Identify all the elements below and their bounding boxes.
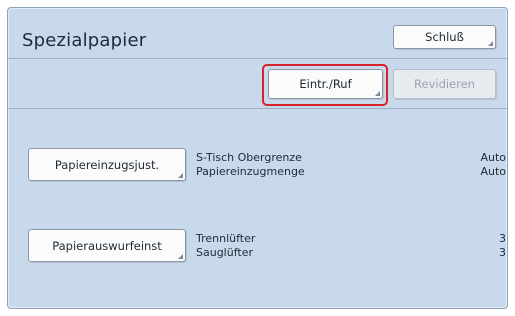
info-label: Sauglüfter xyxy=(196,246,253,259)
info-row: S-Tisch Obergrenze Auto xyxy=(196,151,506,165)
paper-output-setting-button[interactable]: Papierauswurfeinst xyxy=(28,229,186,262)
close-button-label: Schluß xyxy=(425,30,464,44)
info-label: Trennlüfter xyxy=(196,232,256,245)
paper-output-setting-label: Papierauswurfeinst xyxy=(52,238,162,253)
corner-indicator-icon xyxy=(375,91,380,96)
info-value: Auto xyxy=(480,151,506,164)
revise-button[interactable]: Revidieren xyxy=(393,69,496,99)
corner-indicator-icon xyxy=(178,254,183,259)
info-row: Trennlüfter 3 xyxy=(196,232,506,246)
header-divider xyxy=(8,58,507,59)
paper-feed-info: S-Tisch Obergrenze Auto Papiereinzugmeng… xyxy=(196,151,506,179)
revise-button-label: Revidieren xyxy=(414,77,475,91)
corner-indicator-icon xyxy=(178,173,183,178)
entry-recall-button-label: Eintr./Ruf xyxy=(299,77,352,91)
info-value: 3 xyxy=(499,232,506,245)
info-row: Papiereinzugmenge Auto xyxy=(196,165,506,179)
page-title: Spezialpapier xyxy=(22,30,147,51)
corner-indicator-icon xyxy=(488,41,493,46)
paper-output-info: Trennlüfter 3 Sauglüfter 3 xyxy=(196,232,506,260)
paper-feed-adjust-label: Papiereinzugsjust. xyxy=(54,157,160,172)
close-button[interactable]: Schluß xyxy=(393,25,496,49)
paper-feed-adjust-button[interactable]: Papiereinzugsjust. xyxy=(28,148,186,181)
toolbar-divider xyxy=(8,108,507,109)
info-label: Papiereinzugmenge xyxy=(196,165,305,178)
info-row: Sauglüfter 3 xyxy=(196,246,506,260)
entry-recall-button[interactable]: Eintr./Ruf xyxy=(268,69,383,99)
info-label: S-Tisch Obergrenze xyxy=(196,151,302,164)
info-value: Auto xyxy=(480,165,506,178)
info-value: 3 xyxy=(499,246,506,259)
